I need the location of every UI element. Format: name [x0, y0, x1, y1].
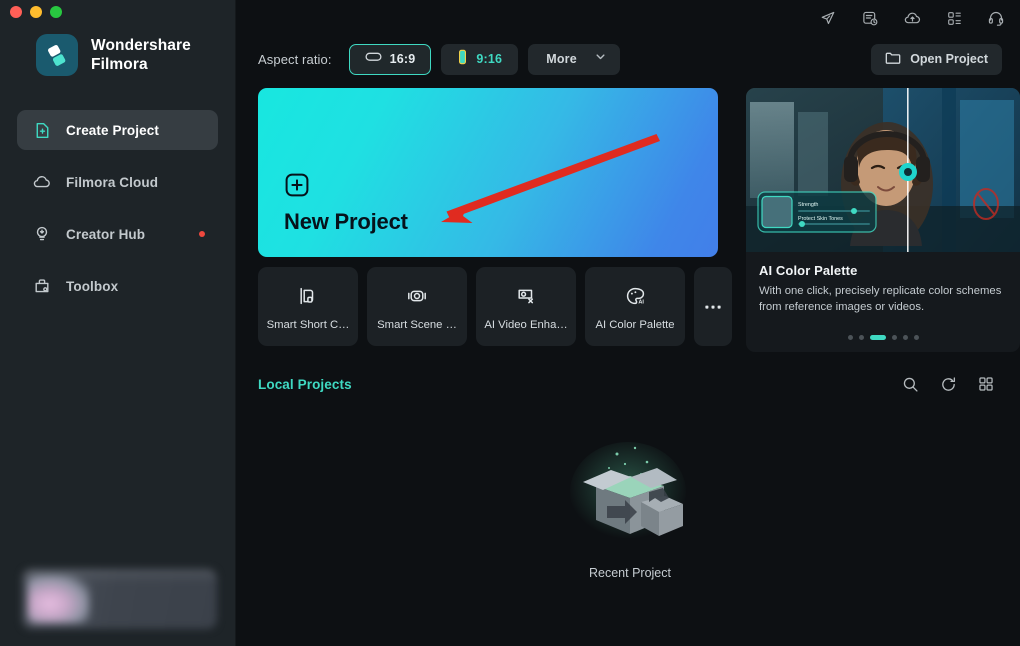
carousel-dot[interactable]: [913, 335, 919, 340]
local-projects-header: Local Projects: [258, 374, 1002, 394]
svg-text:Strength: Strength: [798, 202, 818, 208]
ai-tool-label: AI Video Enha…: [484, 318, 568, 331]
new-project-card-body: New Project: [284, 172, 408, 235]
smart-short-clips-icon: [295, 283, 321, 309]
toolbox-icon: [32, 276, 52, 296]
sidebar-item-toolbox[interactable]: Toolbox: [17, 266, 218, 306]
aspect-ratio-option-label: 9:16: [476, 52, 503, 66]
aspect-ratio-more-button[interactable]: More: [528, 43, 620, 75]
ai-video-enhancer-icon: [513, 283, 539, 309]
sidebar-item-label: Filmora Cloud: [66, 174, 159, 190]
aspect-ratio-toolbar: Aspect ratio: 16:9 9:16 More Open Projec…: [236, 36, 1020, 82]
svg-text:AI: AI: [638, 299, 644, 305]
ai-tools-more-button[interactable]: [694, 267, 732, 346]
carousel-dot-active[interactable]: [869, 335, 886, 340]
ai-tool-label: Smart Scene …: [377, 318, 457, 331]
sidebar-item-create-project[interactable]: Create Project: [17, 110, 218, 150]
carousel-dot[interactable]: [891, 335, 897, 340]
promo-card-description: With one click, precisely replicate colo…: [759, 285, 1002, 314]
cloud-icon: [32, 172, 52, 192]
sidebar-item-creator-hub[interactable]: Creator Hub: [17, 214, 218, 254]
filmora-diamond-logo-icon: [36, 34, 78, 76]
brand-line-1: Wondershare: [91, 36, 191, 54]
carousel-dot[interactable]: [902, 335, 908, 340]
aspect-ratio-more-label: More: [546, 52, 577, 66]
ai-tool-label: Smart Short C…: [266, 318, 350, 331]
carousel-dot[interactable]: [858, 335, 864, 340]
file-plus-icon: [32, 120, 52, 140]
ai-color-palette-before-after-preview: Strength Protect Skin Tones: [746, 88, 1020, 252]
close-window-button[interactable]: [10, 6, 22, 18]
main-content: Aspect ratio: 16:9 9:16 More Open Projec…: [236, 0, 1020, 646]
headset-support-icon[interactable]: [984, 6, 1008, 30]
open-project-label: Open Project: [910, 52, 988, 66]
aspect-ratio-label: Aspect ratio:: [258, 51, 332, 67]
local-projects-actions: [900, 374, 996, 394]
blurred-promo-banner[interactable]: [22, 569, 217, 629]
topbar: [236, 0, 1020, 36]
folder-icon: [885, 51, 901, 68]
open-project-button[interactable]: Open Project: [871, 43, 1002, 75]
smart-scene-cut-icon: [404, 283, 430, 309]
empty-state-label: Recent Project: [589, 566, 671, 580]
ai-tool-ai-color-palette[interactable]: AI AI Color Palette: [585, 267, 685, 346]
refresh-icon[interactable]: [938, 374, 958, 394]
empty-open-box-illustration: [565, 436, 695, 554]
content-area: New Project Smart Short C… Smart Scene ……: [236, 82, 1020, 580]
notification-badge-dot: [199, 231, 205, 237]
new-project-title: New Project: [284, 209, 408, 234]
ai-tool-ai-video-enhancer[interactable]: AI Video Enha…: [476, 267, 576, 346]
promo-card-body: AI Color Palette With one click, precise…: [746, 252, 1020, 316]
empty-state: Recent Project: [258, 436, 1002, 580]
window-traffic-lights: [10, 6, 62, 18]
lightbulb-icon: [32, 224, 52, 244]
send-icon[interactable]: [816, 6, 840, 30]
brand-name: Wondershare Filmora: [91, 36, 191, 75]
chevron-down-icon: [594, 50, 607, 68]
sidebar-item-label: Create Project: [66, 122, 159, 138]
search-icon[interactable]: [900, 374, 920, 394]
aspect-ratio-option-label: 16:9: [389, 52, 416, 66]
brand-line-2: Filmora: [91, 56, 148, 73]
ai-tools-row: Smart Short C… Smart Scene … AI Video En…: [258, 267, 732, 346]
phone-portrait-icon: [457, 49, 468, 70]
filmora-launcher-window: Wondershare Filmora Create Project Filmo…: [0, 0, 1020, 646]
aspect-ratio-option-9-16[interactable]: 9:16: [441, 43, 519, 75]
task-history-icon[interactable]: [858, 6, 882, 30]
plus-square-icon: [284, 172, 310, 198]
promo-card-title: AI Color Palette: [759, 263, 858, 278]
local-projects-title: Local Projects: [258, 376, 352, 392]
minimize-window-button[interactable]: [30, 6, 42, 18]
ai-tool-label: AI Color Palette: [595, 318, 675, 331]
grid-view-icon[interactable]: [976, 374, 996, 394]
sidebar: Wondershare Filmora Create Project Filmo…: [0, 0, 236, 646]
sidebar-item-label: Creator Hub: [66, 226, 146, 242]
cloud-upload-icon[interactable]: [900, 6, 924, 30]
ai-tool-smart-scene-cut[interactable]: Smart Scene …: [367, 267, 467, 346]
aspect-ratio-option-16-9[interactable]: 16:9: [348, 43, 432, 75]
new-project-card[interactable]: New Project: [258, 88, 718, 257]
promo-carousel-card[interactable]: Strength Protect Skin Tones AI Color Pal…: [746, 88, 1020, 352]
ai-color-palette-icon: AI: [622, 283, 648, 309]
sidebar-item-filmora-cloud[interactable]: Filmora Cloud: [17, 162, 218, 202]
ai-tool-smart-short-clips[interactable]: Smart Short C…: [258, 267, 358, 346]
maximize-window-button[interactable]: [50, 6, 62, 18]
hero-row: New Project Smart Short C… Smart Scene ……: [258, 88, 1020, 352]
sidebar-item-label: Toolbox: [66, 278, 119, 294]
apps-grid-icon[interactable]: [942, 6, 966, 30]
landscape-frame-icon: [365, 50, 382, 68]
sidebar-nav: Create Project Filmora Cloud Creator Hub…: [0, 110, 235, 306]
ellipsis-icon: [700, 294, 726, 320]
svg-text:Protect Skin Tones: Protect Skin Tones: [798, 216, 843, 222]
carousel-dot[interactable]: [847, 335, 853, 340]
promo-carousel-pagination: [746, 335, 1020, 340]
